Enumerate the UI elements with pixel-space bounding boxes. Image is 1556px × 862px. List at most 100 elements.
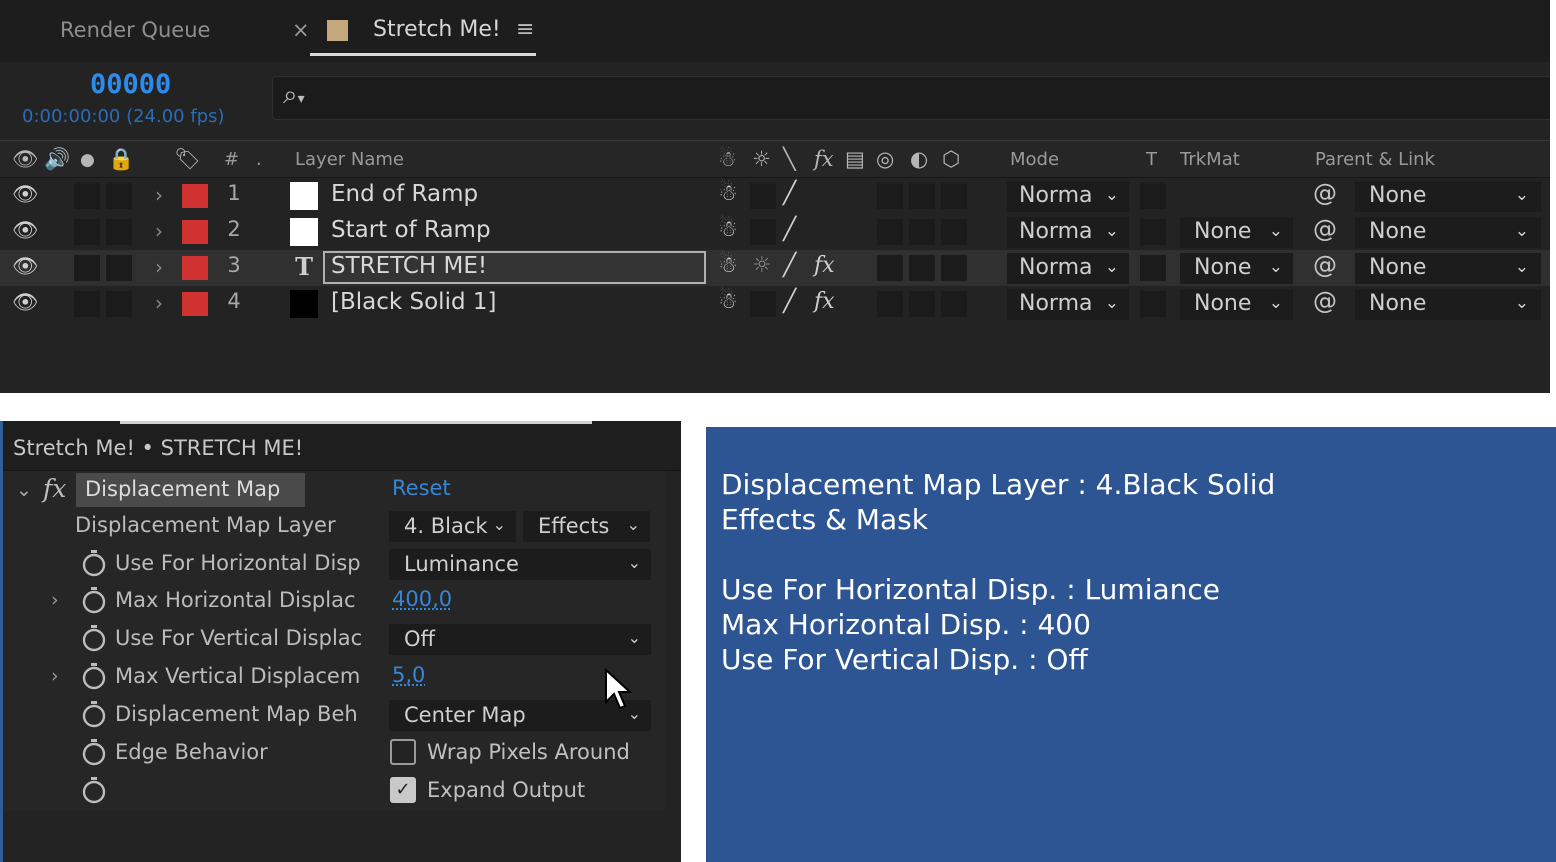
motion-blur-switch[interactable] [877, 255, 903, 281]
chevron-down-icon[interactable]: ⌄ [16, 479, 32, 501]
audio-toggle[interactable] [74, 219, 100, 245]
chevron-right-icon[interactable]: › [155, 291, 163, 315]
pick-whip-icon[interactable]: @ [1313, 251, 1337, 279]
layer-name[interactable]: Start of Ramp [331, 217, 491, 243]
max-horizontal-value[interactable]: 400,0 [392, 587, 452, 611]
trkmat-dropdown[interactable]: None ⌄ [1180, 217, 1293, 248]
shy-switch-icon[interactable]: ☃ [718, 217, 738, 242]
adjustment-switch[interactable] [909, 183, 935, 209]
mode-dropdown[interactable]: Norma ⌄ [1007, 181, 1129, 212]
3d-switch[interactable] [941, 219, 967, 245]
use-horizontal-dropdown[interactable]: Luminance ⌄ [389, 549, 651, 580]
use-vertical-dropdown[interactable]: Off ⌄ [389, 624, 651, 655]
layer-row[interactable]: 👁 › 4 [Black Solid 1] ☃ ╱ fx Norma ⌄ None… [0, 286, 1550, 322]
chevron-right-icon[interactable]: › [51, 665, 59, 687]
audio-toggle[interactable] [74, 183, 100, 209]
fx-switch-icon[interactable]: fx [814, 253, 835, 278]
layer-name[interactable]: [Black Solid 1] [331, 289, 496, 315]
tab-render-queue[interactable]: Render Queue [60, 18, 210, 42]
eye-icon[interactable]: 👁 [12, 182, 39, 207]
label-color-swatch[interactable] [182, 184, 208, 208]
close-tab-icon[interactable]: × [292, 18, 310, 42]
quality-switch-icon[interactable]: ╱ [783, 289, 796, 314]
layer-row[interactable]: 👁 › 2 Start of Ramp ☃ ╱ Norma ⌄ None ⌄ @ N… [0, 214, 1550, 250]
collapse-switch[interactable] [750, 291, 776, 317]
collapse-switch[interactable] [750, 183, 776, 209]
shy-switch-icon[interactable]: ☃ [718, 253, 738, 278]
shy-switch-icon[interactable]: ☃ [718, 289, 738, 314]
adjustment-switch[interactable] [909, 255, 935, 281]
collapse-switch[interactable] [750, 219, 776, 245]
current-frame-display[interactable]: 00000 [90, 69, 171, 100]
audio-toggle[interactable] [74, 255, 100, 281]
stopwatch-icon[interactable] [80, 624, 108, 652]
3d-switch[interactable] [941, 255, 967, 281]
eye-icon[interactable]: 👁 [12, 218, 39, 243]
stopwatch-icon[interactable] [80, 776, 108, 804]
lock-toggle[interactable] [106, 291, 132, 317]
layer-name-column-header[interactable]: Layer Name [295, 149, 404, 170]
pick-whip-icon[interactable]: @ [1313, 287, 1337, 315]
preserve-transparency-toggle[interactable] [1140, 219, 1166, 245]
quality-switch-icon[interactable]: ╱ [783, 181, 796, 206]
search-icon[interactable]: ⌕▾ [283, 80, 305, 111]
reset-button[interactable]: Reset [392, 476, 451, 500]
preserve-transparency-toggle[interactable] [1140, 291, 1166, 317]
adjustment-switch[interactable] [909, 291, 935, 317]
motion-blur-switch[interactable] [877, 183, 903, 209]
stopwatch-icon[interactable] [80, 586, 108, 614]
chevron-right-icon[interactable]: › [155, 183, 163, 207]
eye-icon[interactable]: 👁 [12, 290, 39, 315]
preserve-transparency-toggle[interactable] [1140, 255, 1166, 281]
wrap-pixels-checkbox[interactable] [390, 739, 416, 765]
fx-switch-icon[interactable]: fx [814, 289, 835, 314]
continuous-rasterize-icon[interactable]: ☼ [752, 253, 772, 278]
parent-dropdown[interactable]: None ⌄ [1355, 289, 1541, 320]
parent-dropdown[interactable]: None ⌄ [1355, 217, 1541, 248]
chevron-right-icon[interactable]: › [155, 255, 163, 279]
stopwatch-icon[interactable] [80, 549, 108, 577]
map-layer-source-dropdown[interactable]: Effects ⌄ [523, 511, 650, 542]
shy-switch-icon[interactable]: ☃ [718, 181, 738, 206]
panel-menu-icon[interactable]: ≡ [516, 17, 534, 42]
tab-stretch-me[interactable]: Stretch Me! [373, 17, 501, 42]
parent-dropdown[interactable]: None ⌄ [1355, 253, 1541, 284]
chevron-right-icon[interactable]: › [155, 219, 163, 243]
expand-output-checkbox[interactable]: ✓ [390, 777, 416, 803]
eye-icon[interactable]: 👁 [12, 254, 39, 279]
trkmat-dropdown[interactable]: None ⌄ [1180, 289, 1293, 320]
expand-output-label[interactable]: Expand Output [427, 778, 585, 802]
stopwatch-icon[interactable] [80, 662, 108, 690]
layer-row[interactable]: 👁 › 1 End of Ramp ☃ ╱ Norma ⌄ @ None ⌄ [0, 178, 1550, 214]
mode-dropdown[interactable]: Norma ⌄ [1007, 253, 1129, 284]
adjustment-switch[interactable] [909, 219, 935, 245]
wrap-pixels-label[interactable]: Wrap Pixels Around [427, 740, 630, 764]
3d-switch[interactable] [941, 291, 967, 317]
max-vertical-value[interactable]: 5,0 [392, 663, 425, 687]
layer-name[interactable]: STRETCH ME! [331, 253, 487, 279]
stopwatch-icon[interactable] [80, 700, 108, 728]
parent-dropdown[interactable]: None ⌄ [1355, 181, 1541, 212]
motion-blur-switch[interactable] [877, 291, 903, 317]
motion-blur-switch[interactable] [877, 219, 903, 245]
pick-whip-icon[interactable]: @ [1313, 215, 1337, 243]
label-color-swatch[interactable] [182, 256, 208, 280]
layer-search-input[interactable] [272, 76, 1550, 120]
trkmat-dropdown[interactable]: None ⌄ [1180, 253, 1293, 284]
audio-toggle[interactable] [74, 291, 100, 317]
mode-dropdown[interactable]: Norma ⌄ [1007, 217, 1129, 248]
lock-toggle[interactable] [106, 255, 132, 281]
effect-name[interactable]: Displacement Map [76, 473, 305, 507]
fx-toggle-icon[interactable]: fx [43, 474, 66, 503]
map-layer-dropdown[interactable]: 4. Black ⌄ [389, 511, 516, 542]
lock-toggle[interactable] [106, 183, 132, 209]
label-color-swatch[interactable] [182, 292, 208, 316]
pick-whip-icon[interactable]: @ [1313, 179, 1337, 207]
stopwatch-icon[interactable] [80, 738, 108, 766]
mode-dropdown[interactable]: Norma ⌄ [1007, 289, 1129, 320]
preserve-transparency-toggle[interactable] [1140, 183, 1166, 209]
label-color-swatch[interactable] [182, 220, 208, 244]
layer-row-selected[interactable]: 👁 › 3 T STRETCH ME! ☃ ☼ ╱ fx Norma ⌄ None… [0, 250, 1550, 286]
quality-switch-icon[interactable]: ╱ [783, 217, 796, 242]
layer-name[interactable]: End of Ramp [331, 181, 478, 207]
